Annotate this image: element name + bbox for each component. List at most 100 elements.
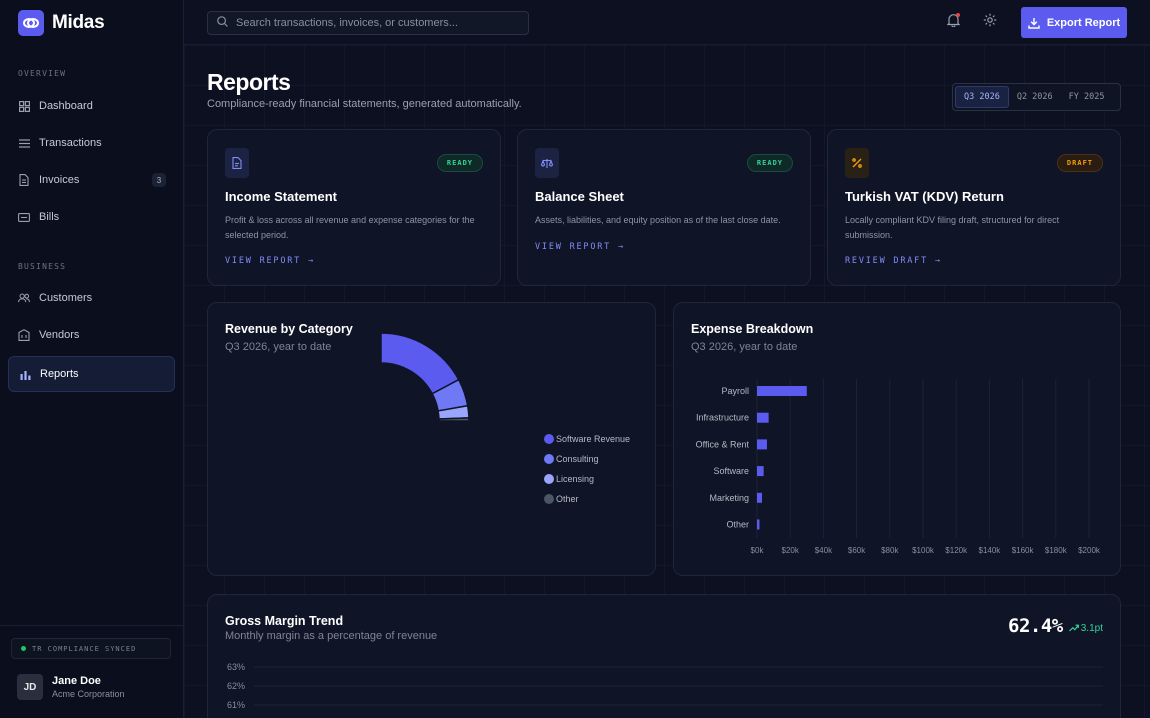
review-draft-link[interactable]: REVIEW DRAFT → [845, 256, 942, 266]
y-category-label: Other [726, 520, 749, 530]
y-tick-label: 62% [227, 681, 245, 691]
sidebar-item-label: Customers [39, 292, 93, 304]
sidebar-item-vendors[interactable]: Vendors [8, 317, 175, 353]
sync-status-label: TR COMPLIANCE SYNCED [32, 644, 137, 653]
legend-item[interactable]: Consulting [544, 449, 630, 469]
balance-sheet-card[interactable]: READY Balance Sheet Assets, liabilities,… [517, 129, 811, 286]
expense-breakdown-card: Expense Breakdown Q3 2026, year to date … [673, 302, 1121, 576]
report-title: Income Statement [225, 189, 337, 204]
page-subtitle: Compliance-ready financial statements, g… [207, 98, 522, 110]
app-name: Midas [52, 12, 105, 33]
sidebar-item-label: Reports [40, 368, 79, 380]
x-tick-label: $40k [815, 546, 833, 555]
gross-margin-card: Gross Margin Trend Monthly margin as a p… [207, 594, 1121, 718]
x-tick-label: $160k [1012, 546, 1035, 555]
invoices-count-badge: 3 [152, 173, 166, 187]
sidebar-divider [0, 625, 184, 626]
expense-bar[interactable] [757, 439, 767, 450]
x-tick-label: $200k [1078, 546, 1101, 555]
view-report-link[interactable]: VIEW REPORT → [535, 242, 625, 252]
search-icon [217, 14, 228, 32]
sidebar-item-reports[interactable]: Reports [8, 356, 175, 392]
document-icon [18, 174, 30, 186]
scale-icon [535, 148, 559, 178]
legend-label: Licensing [556, 474, 595, 484]
sidebar-item-label: Invoices [39, 174, 80, 186]
user-org: Acme Corporation [52, 689, 125, 699]
search-bar[interactable] [207, 11, 529, 35]
report-title: Turkish VAT (KDV) Return [845, 189, 1004, 204]
expense-bar[interactable] [757, 492, 762, 503]
report-description: Assets, liabilities, and equity position… [535, 215, 781, 225]
user-name: Jane Doe [52, 675, 101, 687]
export-report-button[interactable]: Export Report [1021, 7, 1127, 38]
income-statement-card[interactable]: READY Income Statement Profit & loss acr… [207, 129, 501, 286]
x-tick-label: $80k [881, 546, 899, 555]
gear-icon [983, 13, 997, 32]
expense-bar-chart: $0k $20k $40k $60k $80k $100k $120k $140k $160k $… [696, 379, 1101, 555]
sync-status-dot [21, 646, 26, 651]
y-category-label: Software [713, 466, 749, 476]
export-report-label: Export Report [1046, 16, 1121, 29]
view-report-link[interactable]: VIEW REPORT → [225, 256, 315, 266]
period-q2-2026[interactable]: Q2 2026 [1009, 86, 1061, 108]
report-description: Profit & loss across all revenue and exp… [225, 215, 475, 240]
receipt-icon [18, 211, 30, 223]
legend-item[interactable]: Other [544, 489, 630, 509]
period-q3-2026[interactable]: Q3 2026 [955, 86, 1009, 108]
sidebar-item-label: Bills [39, 211, 60, 223]
legend-item[interactable]: Licensing [544, 469, 630, 489]
brand[interactable]: Midas [18, 10, 105, 36]
settings-button[interactable] [982, 13, 998, 32]
sidebar-item-bills[interactable]: Bills [8, 199, 175, 235]
grid-icon [18, 100, 30, 112]
legend-label: Software Revenue [556, 434, 631, 444]
expense-bar[interactable] [757, 386, 807, 396]
expense-bar[interactable] [757, 412, 769, 423]
legend-swatch [544, 434, 554, 444]
legend-swatch [544, 454, 554, 464]
bar-chart-icon [19, 368, 31, 380]
y-category-label: Office & Rent [696, 439, 750, 449]
nav-section-overview: OVERVIEW [18, 69, 67, 78]
download-icon [1028, 17, 1040, 29]
x-tick-label: $100k [912, 546, 935, 555]
gross-margin-line-chart: 63% 62% 61% [227, 662, 1103, 710]
pie-slice-software-revenue[interactable] [380, 332, 460, 395]
y-category-label: Infrastructure [696, 413, 749, 423]
x-tick-label: $140k [979, 546, 1002, 555]
sidebar-item-customers[interactable]: Customers [8, 280, 175, 316]
status-badge: READY [436, 154, 483, 172]
sidebar-item-label: Vendors [39, 329, 80, 341]
notifications-button[interactable] [945, 13, 961, 30]
expense-bar[interactable] [757, 466, 764, 477]
search-input[interactable] [236, 17, 516, 29]
sidebar-item-invoices[interactable]: Invoices 3 [8, 162, 175, 198]
sidebar-item-transactions[interactable]: Transactions [8, 125, 175, 161]
pie-slice-other[interactable] [438, 417, 470, 422]
file-icon [225, 148, 249, 178]
sidebar-item-label: Dashboard [39, 100, 93, 112]
legend-swatch [544, 474, 554, 484]
sidebar-item-label: Transactions [39, 137, 102, 149]
sidebar: Midas OVERVIEW Dashboard Transactions In… [0, 0, 184, 718]
sidebar-item-dashboard[interactable]: Dashboard [8, 88, 175, 124]
period-fy-2025[interactable]: FY 2025 [1061, 86, 1113, 108]
nav-section-business: BUSINESS [18, 262, 67, 271]
status-badge: READY [746, 154, 793, 172]
report-description: Locally compliant KDV filing draft, stru… [845, 215, 1060, 240]
expense-bar[interactable] [757, 519, 760, 530]
kdv-return-card[interactable]: DRAFT Turkish VAT (KDV) Return Locally c… [827, 129, 1121, 286]
y-category-label: Payroll [721, 386, 749, 396]
avatar: JD [17, 674, 43, 700]
y-category-label: Marketing [709, 493, 749, 503]
x-tick-label: $0k [751, 546, 765, 555]
user-profile[interactable]: JD Jane Doe Acme Corporation [17, 674, 125, 700]
compliance-sync-status: TR COMPLIANCE SYNCED [11, 638, 171, 659]
list-icon [18, 137, 30, 149]
revenue-by-category-card: Revenue by Category Q3 2026, year to dat… [207, 302, 656, 576]
top-bar: Export Report [184, 0, 1150, 45]
users-icon [18, 292, 30, 304]
legend-item[interactable]: Software Revenue [544, 429, 630, 449]
x-tick-label: $20k [782, 546, 800, 555]
